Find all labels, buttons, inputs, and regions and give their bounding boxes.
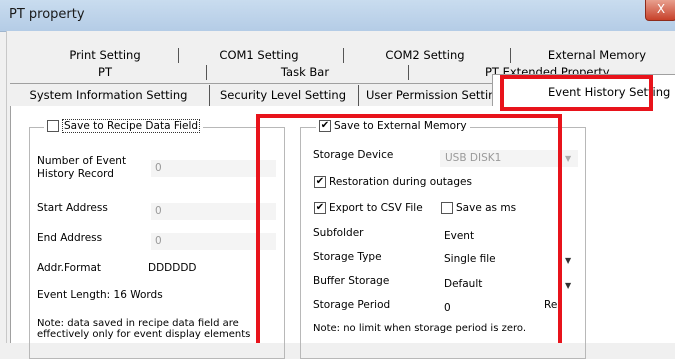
tab-separator — [343, 48, 344, 63]
addr-format-label: Addr.Format — [37, 262, 102, 274]
tab-separator — [178, 48, 179, 63]
window-title: PT property — [9, 7, 85, 22]
tab-row-border — [10, 83, 492, 84]
tab-security-level-setting[interactable]: Security Level Setting — [213, 87, 353, 104]
tab-task-bar[interactable]: Task Bar — [235, 64, 375, 81]
event-length-text: Event Length: 16 Words — [37, 289, 163, 301]
highlight-box-external-memory — [256, 114, 562, 343]
chevron-down-icon: ▼ — [565, 154, 572, 163]
close-icon[interactable]: X — [645, 0, 675, 21]
addr-format-value: DDDDDD — [148, 262, 197, 274]
recipe-data-label: Save to Recipe Data Field — [62, 119, 201, 133]
tab-print-setting[interactable]: Print Setting — [40, 47, 170, 64]
highlight-box-tab — [500, 75, 653, 111]
recipe-note-line1: Note: data saved in recipe data field ar… — [37, 318, 239, 329]
tab-separator — [408, 65, 409, 80]
tab-separator — [206, 65, 207, 80]
tab-system-information-setting[interactable]: System Information Setting — [12, 87, 205, 104]
recipe-data-checkbox[interactable] — [47, 120, 59, 132]
recipe-note-line2: effectively only for event display eleme… — [37, 329, 251, 340]
tab-separator — [209, 85, 210, 106]
chevron-down-icon[interactable]: ▼ — [565, 256, 571, 265]
history-record-label: History Record — [37, 168, 114, 180]
title-bar: PT property X — [0, 0, 675, 32]
number-of-event-label: Number of Event — [37, 155, 127, 167]
start-address-label: Start Address — [37, 202, 108, 214]
recipe-data-checkbox-row[interactable]: Save to Recipe Data Field — [44, 119, 204, 133]
tab-separator — [510, 48, 511, 63]
tab-com1-setting[interactable]: COM1 Setting — [190, 47, 328, 64]
end-address-label: End Address — [37, 232, 103, 244]
tab-user-permission-setting[interactable]: User Permission Setting — [362, 87, 503, 104]
tab-separator — [358, 85, 359, 106]
chevron-down-icon[interactable]: ▼ — [565, 281, 571, 290]
tab-pt[interactable]: PT — [40, 64, 170, 81]
tab-com2-setting[interactable]: COM2 Setting — [355, 47, 495, 64]
tab-external-memory[interactable]: External Memory — [522, 47, 672, 64]
